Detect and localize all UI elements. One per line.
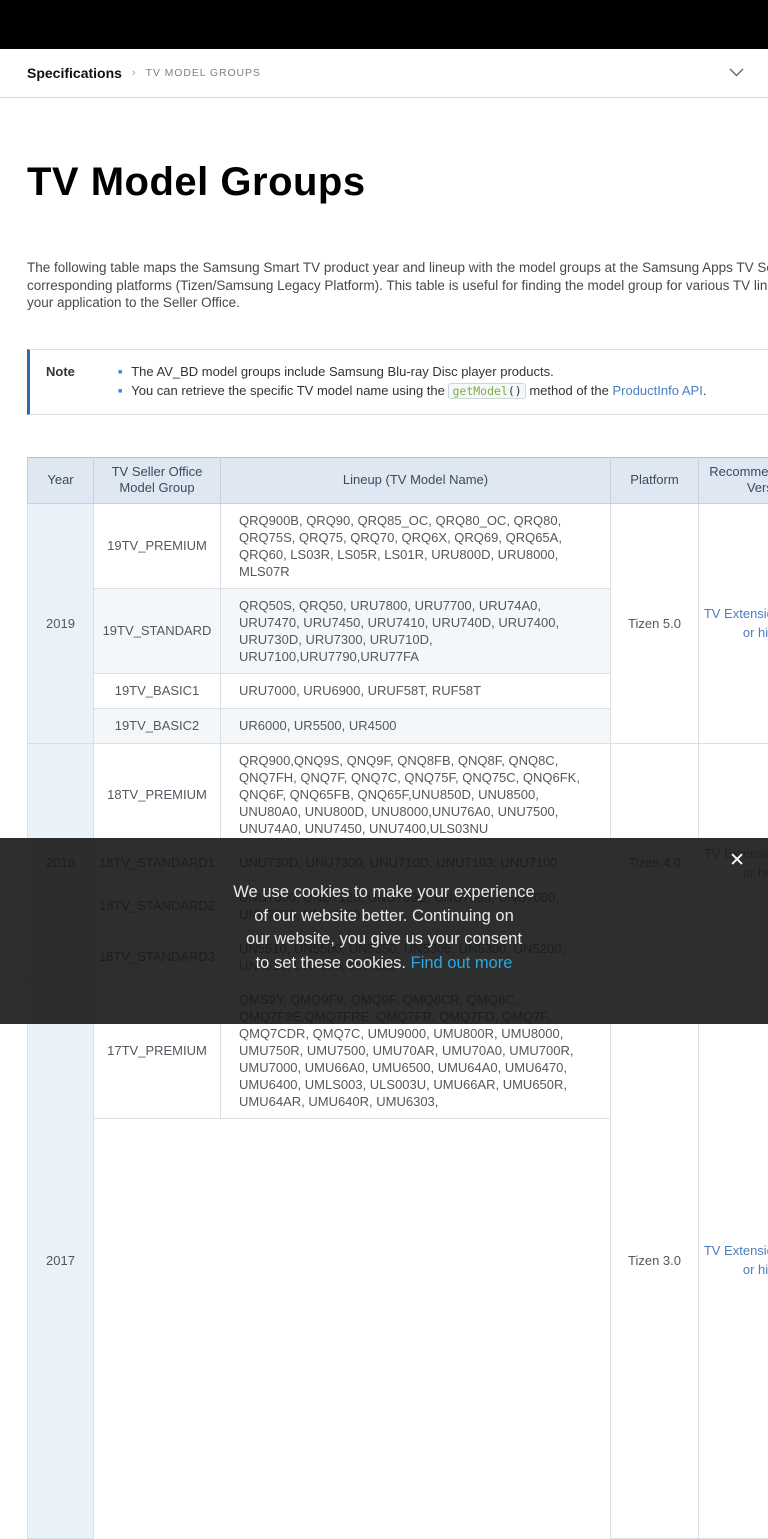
top-nav-bar (0, 0, 768, 49)
note-item: You can retrieve the specific TV model n… (118, 382, 706, 401)
note-item: The AV_BD model groups include Samsung B… (118, 363, 706, 382)
page-title: TV Model Groups (27, 160, 768, 205)
close-icon[interactable]: ✕ (729, 851, 745, 870)
breadcrumb: Specifications › TV MODEL GROUPS (0, 49, 768, 98)
column-header-lineup: Lineup (TV Model Name) (221, 457, 611, 503)
page-menu-toggle[interactable] (729, 64, 744, 82)
intro-paragraph: The following table maps the Samsung Sma… (27, 259, 768, 312)
lineup-cell: UR6000, UR5500, UR4500 (221, 708, 611, 743)
model-group-cell: 18TV_PREMIUM (94, 743, 221, 845)
cookie-text-line: of our website better. Continuing on (0, 905, 768, 929)
intro-line: corresponding platforms (Tizen/Samsung L… (27, 277, 768, 295)
lineup-cell: QRQ900,QNQ9S, QNQ9F, QNQ8FB, QNQ8F, QNQ8… (221, 743, 611, 845)
cookie-consent-text: We use cookies to make your experience o… (0, 881, 768, 975)
tv-extension-sdk-link[interactable]: TV Extension SDK 5.0 or higher (704, 604, 768, 642)
sdk-link-line: TV Extension SDK 5.0 (704, 606, 768, 621)
note-label: Note (46, 363, 118, 401)
offscreen-spacer (94, 1118, 611, 1538)
sdk-link-line: or higher (743, 1262, 768, 1277)
cookie-text-line: our website, you give us your consent (0, 928, 768, 952)
sdk-cell-2017: TV Extension SDK 3.0 or higher (699, 982, 768, 1538)
productinfo-api-link[interactable]: ProductInfo API (612, 383, 702, 398)
intro-line: The following table maps the Samsung Sma… (27, 259, 768, 277)
table-row: 2018 18TV_PREMIUM QRQ900,QNQ9S, QNQ9F, Q… (28, 743, 768, 845)
note-item-text: method of the (526, 383, 613, 398)
lineup-cell: URU7000, URU6900, URUF58T, RUF58T (221, 673, 611, 708)
platform-cell-2017: Tizen 3.0 (611, 982, 699, 1538)
code-parens: () (508, 384, 522, 398)
sdk-link-line: or higher (743, 625, 768, 640)
tv-extension-sdk-link[interactable]: TV Extension SDK 3.0 or higher (704, 1241, 768, 1279)
column-header-model-group: TV Seller Office Model Group (94, 457, 221, 503)
cookie-text-line: to set these cookies. Find out more (0, 952, 768, 976)
code-method-name: getModel (452, 384, 507, 398)
breadcrumb-specifications-link[interactable]: Specifications (27, 65, 122, 81)
sdk-cell-2019: TV Extension SDK 5.0 or higher (699, 503, 768, 743)
lineup-cell: QRQ900B, QRQ90, QRQ85_OC, QRQ80_OC, QRQ8… (221, 503, 611, 588)
model-group-cell: 19TV_PREMIUM (94, 503, 221, 588)
cookie-text-segment: to set these cookies. (256, 954, 411, 972)
note-box: Note The AV_BD model groups include Sams… (27, 349, 768, 415)
breadcrumb-current-page: TV MODEL GROUPS (146, 67, 261, 79)
year-cell-2017: 2017 (28, 982, 94, 1538)
platform-cell-2019: Tizen 5.0 (611, 503, 699, 743)
table-header-row: Year TV Seller Office Model Group Lineup… (28, 457, 768, 503)
cookie-text-line: We use cookies to make your experience (0, 881, 768, 905)
column-header-platform: Platform (611, 457, 699, 503)
note-item-text: You can retrieve the specific TV model n… (131, 383, 448, 398)
model-group-cell: 19TV_STANDARD (94, 588, 221, 673)
column-header-recommended-sdk: Recommended SDK Version (699, 457, 768, 503)
code-chip: getModel() (448, 383, 525, 399)
column-header-year: Year (28, 457, 94, 503)
intro-line: your application to the Seller Office. (27, 294, 768, 312)
note-item-text: . (703, 383, 707, 398)
note-item-text: The AV_BD model groups include Samsung B… (131, 364, 553, 379)
table-row: 2019 19TV_PREMIUM QRQ900B, QRQ90, QRQ85_… (28, 503, 768, 588)
year-cell-2019: 2019 (28, 503, 94, 743)
note-list: The AV_BD model groups include Samsung B… (118, 363, 706, 401)
chevron-down-icon (729, 64, 744, 82)
model-group-cell: 19TV_BASIC1 (94, 673, 221, 708)
find-out-more-link[interactable]: Find out more (411, 954, 513, 972)
sdk-link-line: TV Extension SDK 3.0 (704, 1243, 768, 1258)
lineup-cell: QRQ50S, QRQ50, URU7800, URU7700, URU74A0… (221, 588, 611, 673)
model-group-cell: 19TV_BASIC2 (94, 708, 221, 743)
breadcrumb-separator-icon: › (132, 67, 136, 79)
cookie-consent-banner: ✕ We use cookies to make your experience… (0, 838, 768, 1024)
